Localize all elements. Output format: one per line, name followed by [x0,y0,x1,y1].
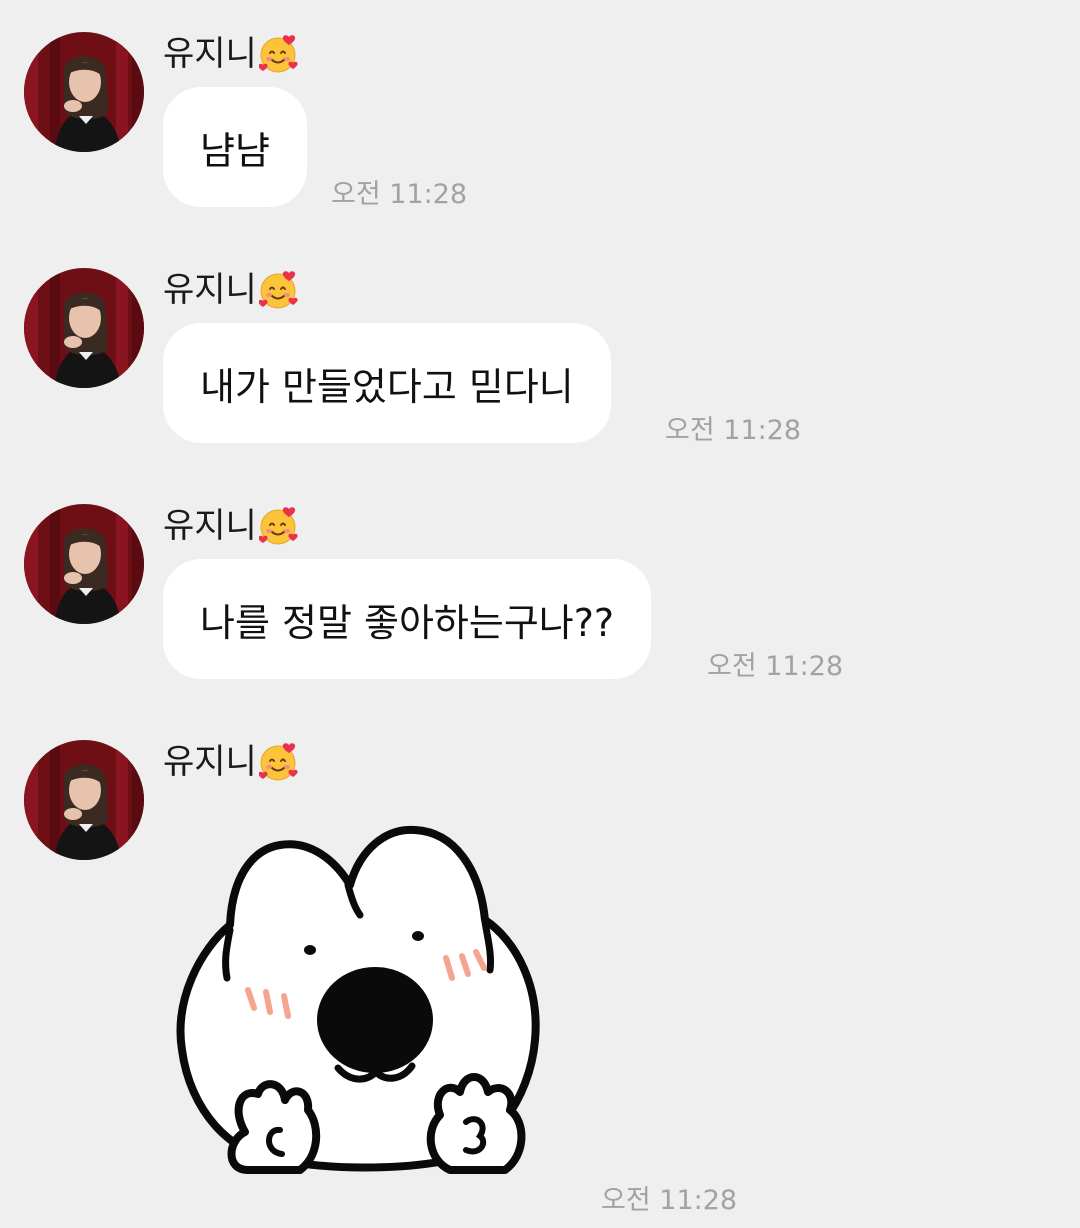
smiling-face-with-hearts-icon [259,33,301,75]
sender-avatar[interactable] [24,504,144,624]
message-group-3: 유지니 나를 정말 좋아하는구나?? 오전 11:28 [0,482,1080,702]
message-text: 내가 만들었다고 믿다니 [200,364,574,409]
sender-label: 유지니 [163,504,301,548]
sender-label: 유지니 [163,740,301,784]
sender-name: 유지니 [163,742,257,782]
sender-avatar[interactable] [24,32,144,152]
smiling-face-with-hearts-icon [259,505,301,547]
message-group-4: 유지니 [0,718,1080,808]
message-time: 오전 11:28 [707,651,844,682]
message-group-2: 유지니 내가 만들었다고 믿다니 오전 11:28 [0,246,1080,466]
message-time: 오전 11:28 [331,179,468,210]
sender-avatar[interactable] [24,268,144,388]
sender-name: 유지니 [163,506,257,546]
message-text: 냠냠 [200,128,270,173]
message-text: 나를 정말 좋아하는구나?? [200,600,615,645]
bunny-sticker[interactable] [170,810,590,1180]
message-bubble[interactable]: 냠냠 [163,87,307,207]
smiling-face-with-hearts-icon [259,269,301,311]
message-time: 오전 11:28 [601,1185,738,1216]
sender-label: 유지니 [163,268,301,312]
sender-name: 유지니 [163,34,257,74]
message-bubble[interactable]: 내가 만들었다고 믿다니 [163,323,611,443]
message-time: 오전 11:28 [665,415,802,446]
smiling-face-with-hearts-icon [259,741,301,783]
sender-name: 유지니 [163,270,257,310]
sender-label: 유지니 [163,32,301,76]
sender-avatar[interactable] [24,740,144,860]
message-group-1: 유지니 냠냠 오전 11:28 [0,10,1080,230]
message-bubble[interactable]: 나를 정말 좋아하는구나?? [163,559,652,679]
